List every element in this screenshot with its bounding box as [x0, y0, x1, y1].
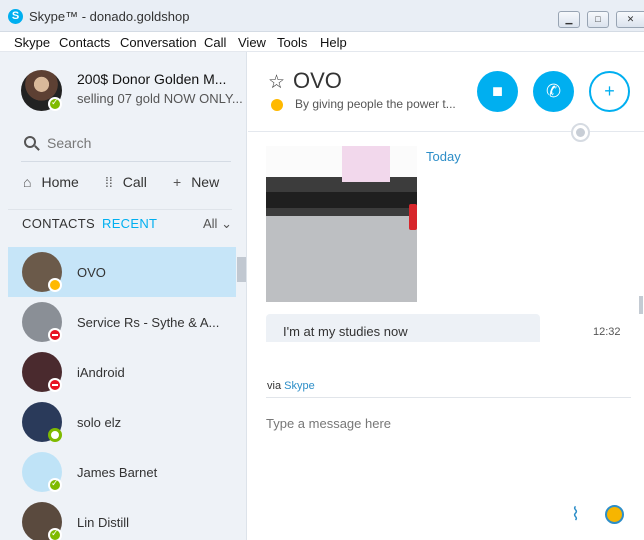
title-bar: S Skype™ - donado.goldshop ▁ □ ✕ — [0, 0, 644, 32]
emoticon-icon[interactable] — [605, 505, 624, 524]
online-status-icon: ✓ — [48, 528, 62, 540]
minimize-button[interactable]: ▁ — [558, 11, 580, 28]
new-label: New — [191, 174, 220, 190]
maximize-button[interactable]: □ — [587, 11, 609, 28]
contact-name: James Barnet — [77, 465, 158, 480]
search-box[interactable]: Search — [21, 132, 231, 162]
contact-row[interactable]: Service Rs - Sythe & A... — [8, 297, 236, 347]
message-timestamp: 12:32 — [593, 326, 621, 338]
contact-name: Lin Distill — [77, 515, 130, 530]
shared-photo[interactable] — [266, 146, 417, 302]
tab-contacts[interactable]: CONTACTS — [22, 216, 95, 231]
plus-icon: + — [173, 174, 182, 190]
via-skype-link[interactable]: Skype — [284, 380, 315, 392]
video-camera-icon: ■ — [492, 81, 503, 101]
message-bubble[interactable]: I'm at my studies now — [266, 314, 540, 342]
profile-name[interactable]: 200$ Donor Golden M... — [77, 71, 226, 87]
search-icon — [24, 136, 36, 148]
contact-row[interactable]: solo elz — [8, 397, 236, 447]
scrollbar-thumb[interactable] — [237, 257, 246, 282]
menu-view[interactable]: View — [238, 35, 266, 50]
menu-help[interactable]: Help — [320, 35, 347, 50]
away-status-icon — [48, 278, 62, 292]
contact-name: OVO — [77, 265, 106, 280]
video-call-button[interactable]: ■ — [477, 71, 518, 112]
menu-skype[interactable]: Skype — [14, 35, 50, 50]
home-icon: ⌂ — [23, 174, 32, 190]
sidebar: ✓ 200$ Donor Golden M... selling 07 gold… — [0, 52, 247, 540]
message-input[interactable]: Type a message here — [266, 416, 391, 431]
call-label: Call — [122, 174, 147, 190]
search-placeholder: Search — [47, 135, 92, 151]
add-person-icon: + — [604, 81, 615, 101]
filter-label: All — [203, 216, 218, 231]
conversation-title[interactable]: OVO — [293, 68, 342, 94]
via-label: via Skype — [267, 380, 315, 392]
recent-contact-list: OVO Service Rs - Sythe & A... iAndroid s… — [8, 247, 236, 540]
voice-call-button[interactable]: ✆ — [533, 71, 574, 112]
contact-row[interactable]: OVO — [8, 247, 236, 297]
away-clock-icon — [271, 99, 283, 111]
divider — [266, 397, 631, 398]
date-label: Today — [426, 149, 461, 164]
home-button[interactable]: ⌂ Home — [23, 174, 79, 190]
menu-call[interactable]: Call — [204, 35, 226, 50]
skype-logo-icon: S — [8, 9, 23, 24]
busy-status-icon — [48, 378, 62, 392]
menu-bar: Skype Contacts Conversation Call View To… — [0, 32, 644, 52]
contact-name: Service Rs - Sythe & A... — [77, 315, 220, 330]
menu-tools[interactable]: Tools — [277, 35, 307, 50]
busy-status-icon — [48, 328, 62, 342]
contact-list-scrollbar[interactable] — [237, 257, 247, 540]
contact-row[interactable]: ✓ Lin Distill — [8, 497, 236, 540]
call-button[interactable]: ⁞⁞ Call — [105, 174, 147, 190]
close-button[interactable]: ✕ — [616, 11, 644, 28]
profile-mood[interactable]: selling 07 gold NOW ONLY... — [77, 91, 243, 106]
conversation-mood: By giving people the power t... — [295, 97, 456, 111]
phone-icon: ✆ — [545, 81, 562, 101]
chat-scrollbar[interactable] — [639, 296, 643, 314]
contact-row[interactable]: iAndroid — [8, 347, 236, 397]
window-title: Skype™ - donado.goldshop — [29, 9, 190, 24]
tab-recent[interactable]: RECENT — [102, 216, 157, 231]
offline-status-icon — [48, 428, 62, 442]
chevron-down-icon: ⌄ — [221, 216, 232, 231]
filter-dropdown[interactable]: All ⌄ — [203, 216, 232, 232]
profile-avatar[interactable]: ✓ — [21, 70, 62, 111]
online-status-icon: ✓ — [48, 478, 62, 492]
add-people-button[interactable]: + — [589, 71, 630, 112]
message-text: I'm at my studies now — [283, 324, 408, 339]
menu-contacts[interactable]: Contacts — [59, 35, 110, 50]
contact-name: iAndroid — [77, 365, 125, 380]
menu-conversation[interactable]: Conversation — [120, 35, 197, 50]
attach-file-icon[interactable]: ⌇ — [571, 504, 580, 525]
divider — [8, 209, 232, 210]
home-label: Home — [41, 174, 79, 190]
contact-name: solo elz — [77, 415, 122, 430]
globe-icon — [571, 123, 590, 142]
online-status-icon: ✓ — [48, 97, 62, 111]
favorite-star-icon[interactable]: ☆ — [268, 71, 285, 94]
dialpad-icon: ⁞⁞ — [105, 174, 113, 190]
conversation-header: ☆ OVO By giving people the power t... ■ … — [248, 52, 644, 132]
new-button[interactable]: + New — [173, 174, 219, 190]
contact-row[interactable]: ✓ James Barnet — [8, 447, 236, 497]
